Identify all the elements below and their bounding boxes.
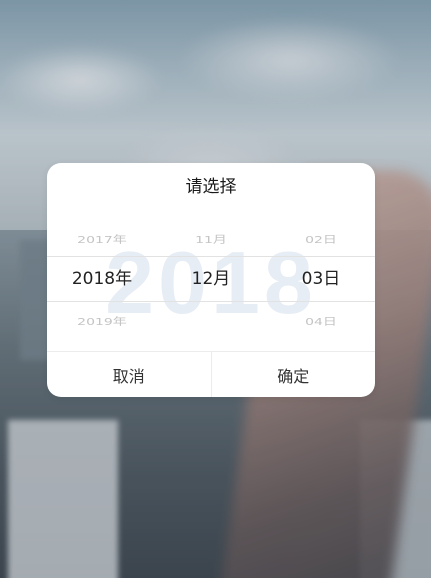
month-column[interactable]: 11月 12月: [156, 217, 266, 351]
dialog-actions: 取消 确定: [47, 351, 375, 397]
year-column[interactable]: 2017年 2018年 2019年: [47, 217, 157, 351]
year-option-prev[interactable]: 2017年: [47, 234, 157, 247]
dialog-title: 请选择: [185, 177, 237, 197]
day-option-selected[interactable]: 03日: [266, 268, 375, 290]
year-option-next[interactable]: 2019年: [47, 316, 157, 329]
day-option-next[interactable]: 04日: [266, 316, 375, 329]
cancel-button[interactable]: 取消: [47, 352, 211, 397]
date-picker-wheel[interactable]: 2018 2017年 2018年 2019年 11月 12月 02日 03日 0…: [47, 217, 375, 351]
confirm-button[interactable]: 确定: [210, 352, 376, 397]
day-option-prev[interactable]: 02日: [266, 234, 375, 247]
day-column[interactable]: 02日 03日 04日: [266, 217, 375, 351]
month-option-prev[interactable]: 11月: [156, 234, 266, 247]
year-option-selected[interactable]: 2018年: [47, 268, 157, 290]
date-picker-dialog: 请选择 2018 2017年 2018年 2019年 11月 12月 02日 0…: [47, 163, 375, 397]
month-option-selected[interactable]: 12月: [156, 268, 266, 290]
